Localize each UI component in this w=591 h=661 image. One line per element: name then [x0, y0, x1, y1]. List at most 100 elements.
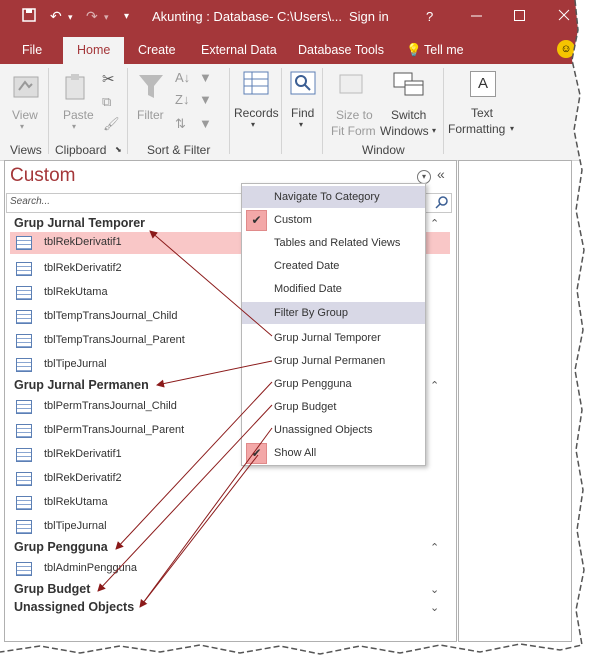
tab-create[interactable]: Create: [138, 43, 176, 57]
paste-icon[interactable]: [64, 74, 88, 107]
minimize-icon[interactable]: [471, 8, 483, 25]
group-header-unassigned[interactable]: Unassigned Objects: [14, 600, 134, 614]
menu-item-modified-date[interactable]: Modified Date: [242, 278, 425, 300]
records-button[interactable]: Records: [234, 106, 279, 120]
paste-button[interactable]: Paste: [63, 108, 94, 122]
group-sort-filter-label: Sort & Filter: [147, 143, 211, 157]
group-header-pengguna[interactable]: Grup Pengguna: [14, 540, 108, 554]
redo-icon[interactable]: ↷: [86, 8, 98, 25]
tab-database-tools[interactable]: Database Tools: [298, 43, 384, 57]
group-clipboard-label: Clipboard: [55, 143, 107, 157]
tab-external-data[interactable]: External Data: [201, 43, 277, 57]
list-item[interactable]: tblTipeJurnal: [10, 516, 450, 538]
text-formatting-label-1[interactable]: Text: [471, 106, 493, 120]
tell-me-box[interactable]: Tell me: [424, 43, 464, 57]
text-formatting-icon[interactable]: A: [470, 71, 496, 97]
records-dropdown-icon[interactable]: ▾: [251, 120, 255, 129]
menu-item-custom[interactable]: ✔ Custom: [242, 209, 425, 231]
menu-item-unassigned[interactable]: Unassigned Objects: [242, 419, 425, 441]
copy-icon[interactable]: ⧉: [102, 94, 111, 110]
remove-sort-icon[interactable]: ⇅: [175, 116, 186, 132]
title-bar: ↶ ▾ ↷ ▾ ▾ Akunting : Database- C:\Users\…: [0, 0, 591, 34]
undo-icon[interactable]: ↶: [50, 8, 62, 25]
close-icon[interactable]: [558, 8, 570, 25]
divider: [322, 68, 323, 154]
group-window-label: Window: [362, 143, 405, 157]
item-label: tblRekDerivatif2: [44, 262, 122, 274]
save-icon[interactable]: [22, 8, 36, 25]
menu-item-created-date[interactable]: Created Date: [242, 255, 425, 277]
item-label: tblRekUtama: [44, 286, 108, 298]
item-label: tblTempTransJournal_Parent: [44, 334, 185, 346]
advanced-filter-icon[interactable]: ▼: [199, 92, 212, 107]
switch-windows-icon[interactable]: [393, 72, 425, 103]
nav-menu-dropdown-icon[interactable]: ▾: [417, 170, 431, 184]
smiley-icon[interactable]: ☺: [557, 40, 575, 58]
sign-in-link[interactable]: Sign in: [349, 9, 389, 24]
expand-icon[interactable]: ⌄: [430, 583, 439, 596]
list-item[interactable]: tblRekUtama: [10, 492, 450, 514]
switch-windows-label-2[interactable]: Windows: [380, 124, 429, 138]
switch-windows-label-1[interactable]: Switch: [391, 108, 426, 122]
format-painter-icon[interactable]: 🖌: [103, 116, 120, 132]
tab-file[interactable]: File: [22, 43, 42, 57]
shutter-bar-close-icon[interactable]: «: [437, 166, 445, 182]
filter-button[interactable]: Filter: [137, 108, 164, 122]
size-to-fit-label-1[interactable]: Size to: [336, 108, 373, 122]
paste-dropdown-icon[interactable]: ▾: [72, 122, 76, 131]
list-item[interactable]: tblRekDerivatif2: [10, 468, 450, 490]
size-to-fit-label-2[interactable]: Fit Form: [331, 124, 376, 138]
records-icon[interactable]: [243, 71, 269, 102]
clipboard-launcher-icon[interactable]: ⬊: [115, 145, 122, 154]
size-to-fit-icon[interactable]: [339, 72, 365, 103]
menu-item-grup-pengguna[interactable]: Grup Pengguna: [242, 373, 425, 395]
menu-item-grup-jurnal-permanen[interactable]: Grup Jurnal Permanen: [242, 350, 425, 372]
menu-item-label: Custom: [274, 214, 312, 226]
cut-icon[interactable]: ✂: [102, 70, 115, 88]
help-button[interactable]: ?: [426, 9, 433, 24]
collapse-icon[interactable]: ⌃: [430, 541, 439, 554]
table-icon: [16, 358, 32, 372]
filter-icon[interactable]: [138, 72, 164, 107]
collapse-icon[interactable]: ⌃: [430, 217, 439, 230]
redo-dropdown-icon[interactable]: ▾: [104, 12, 109, 23]
switch-windows-dropdown-icon[interactable]: ▾: [432, 126, 436, 135]
tab-home[interactable]: Home: [63, 37, 125, 64]
text-formatting-dropdown-icon[interactable]: ▾: [510, 124, 514, 133]
table-icon: [16, 448, 32, 462]
menu-header-label: Navigate To Category: [274, 191, 380, 203]
menu-item-tables-related[interactable]: Tables and Related Views: [242, 232, 425, 254]
search-icon[interactable]: [435, 195, 449, 214]
expand-icon[interactable]: ⌄: [430, 601, 439, 614]
group-header-budget[interactable]: Grup Budget: [14, 582, 90, 596]
view-button[interactable]: View: [12, 108, 38, 122]
menu-item-show-all[interactable]: ✔ Show All: [242, 442, 425, 464]
menu-item-label: Tables and Related Views: [274, 237, 401, 249]
undo-dropdown-icon[interactable]: ▾: [68, 12, 73, 23]
sort-descending-icon[interactable]: Z↓: [175, 92, 189, 107]
collapse-icon[interactable]: ⌃: [430, 379, 439, 392]
view-dropdown-icon[interactable]: ▾: [20, 122, 24, 131]
menu-item-label: Grup Jurnal Permanen: [274, 355, 386, 367]
ribbon-tabs: File Home Create External Data Database …: [0, 34, 591, 64]
toggle-filter-icon[interactable]: ▼: [199, 116, 212, 131]
find-dropdown-icon[interactable]: ▾: [299, 120, 303, 129]
item-label: tblTipeJurnal: [44, 358, 107, 370]
find-icon[interactable]: [290, 71, 316, 102]
table-icon: [16, 286, 32, 300]
nav-pane-title[interactable]: Custom: [10, 165, 75, 187]
menu-item-grup-jurnal-temporer[interactable]: Grup Jurnal Temporer: [242, 327, 425, 349]
maximize-icon[interactable]: [514, 8, 526, 25]
group-header-jurnal-temporer[interactable]: Grup Jurnal Temporer: [14, 216, 145, 230]
text-formatting-label-2[interactable]: Formatting: [448, 122, 505, 136]
selection-filter-icon[interactable]: ▼: [199, 70, 212, 85]
customize-toolbar-icon[interactable]: ▾: [124, 11, 129, 22]
menu-item-label: Grup Budget: [274, 401, 337, 413]
sort-ascending-icon[interactable]: A↓: [175, 70, 190, 85]
menu-item-grup-budget[interactable]: Grup Budget: [242, 396, 425, 418]
group-header-jurnal-permanen[interactable]: Grup Jurnal Permanen: [14, 378, 149, 392]
view-icon[interactable]: [11, 72, 41, 107]
list-item[interactable]: tblAdminPengguna: [10, 558, 450, 580]
find-button[interactable]: Find: [291, 106, 314, 120]
search-placeholder: Search...: [10, 196, 51, 207]
